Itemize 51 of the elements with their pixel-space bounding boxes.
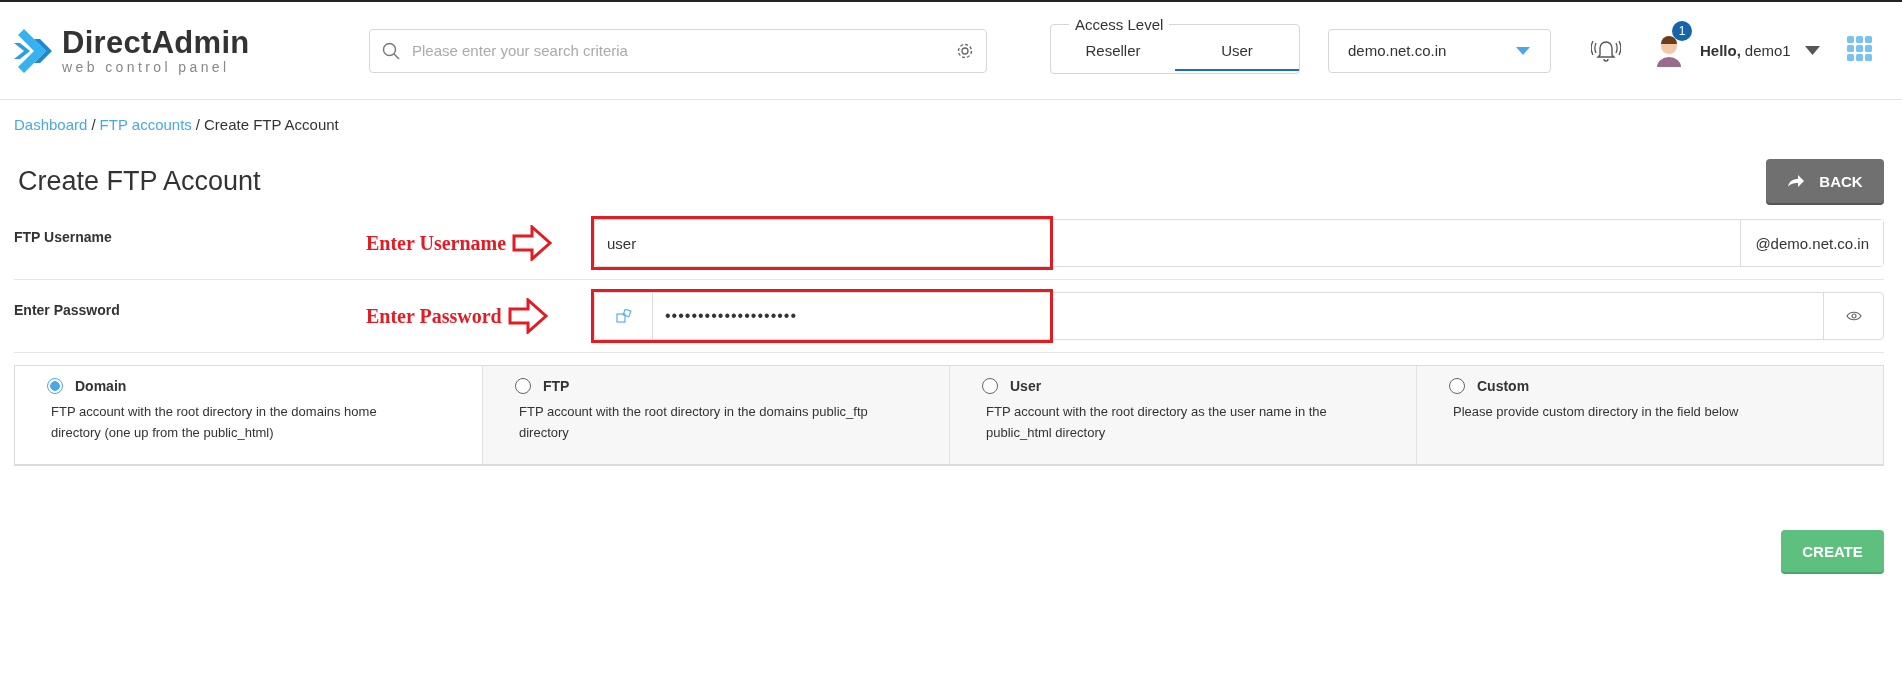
option-description: FTP account with the root directory as the user name in the public_html directory: [986, 403, 1328, 442]
option-description: Please provide custom directory in the field below: [1453, 403, 1740, 421]
dice-icon: [615, 309, 632, 323]
greeting-text: Hello,: [1700, 42, 1741, 59]
option-label: Domain: [75, 378, 127, 394]
logo-text: DirectAdmin: [62, 27, 250, 58]
share-arrow-icon: [1787, 174, 1806, 188]
breadcrumb-current: Create FTP Account: [204, 116, 339, 133]
annotation-text: Enter Username: [366, 231, 507, 255]
field-label: FTP Username: [14, 228, 113, 245]
radio-button[interactable]: [47, 378, 63, 394]
option-label: User: [1010, 378, 1042, 394]
notification-badge: 1: [1672, 20, 1692, 41]
right-arrow-icon: [512, 225, 553, 261]
settings-icon[interactable]: [956, 41, 974, 60]
page-title: Create FTP Account: [18, 165, 261, 197]
breadcrumb-separator: /: [91, 116, 96, 133]
username-input[interactable]: user: [595, 220, 1741, 266]
username-field[interactable]: user @demo.net.co.in: [594, 219, 1884, 267]
directory-option[interactable]: User FTP account with the root directory as the user name in the public_html directory: [949, 366, 1416, 464]
option-label: Custom: [1477, 378, 1530, 394]
field-label: Enter Password: [14, 301, 121, 318]
option-description: FTP account with the root directory in the domains home directory (one up from the public_html): [51, 403, 378, 442]
radio-button[interactable]: [982, 378, 998, 394]
back-button[interactable]: BACK: [1766, 159, 1884, 203]
access-level-tab[interactable]: User: [1175, 32, 1299, 71]
radio-button[interactable]: [515, 378, 531, 394]
access-level-label: Access Level: [1074, 15, 1165, 33]
logo-tagline: web control panel: [62, 60, 231, 74]
directory-option[interactable]: Custom Please provide custom directory in the field below: [1416, 366, 1883, 464]
right-arrow-icon: [507, 298, 548, 334]
search-input[interactable]: Please enter your search criteria: [410, 41, 946, 60]
caret-icon: [1516, 46, 1530, 55]
user-menu[interactable]: Hello, demo1: [1700, 42, 1820, 59]
logo-icon: [14, 28, 54, 73]
avatar-icon[interactable]: [1654, 34, 1684, 67]
domain-value: demo.net.co.in: [1348, 42, 1447, 59]
radio-button[interactable]: [1449, 378, 1465, 394]
breadcrumb-separator: /: [195, 116, 200, 133]
option-label: FTP: [543, 378, 570, 394]
caret-icon: [1804, 46, 1820, 55]
option-description: FTP account with the root directory in the domains public_ftp directory: [519, 403, 869, 442]
search-icon: [382, 41, 400, 60]
access-level-tab[interactable]: Reseller: [1051, 32, 1175, 71]
domain-select[interactable]: demo.net.co.in: [1328, 28, 1551, 73]
search-field[interactable]: Please enter your search criteria: [369, 28, 987, 73]
username-text: demo1: [1744, 42, 1791, 59]
annotation-text: Enter Password: [366, 304, 502, 328]
domain-suffix: @demo.net.co.in: [1740, 220, 1883, 266]
directory-option[interactable]: FTP FTP account with the root directory in the domains public_ftp directory: [482, 366, 949, 464]
eye-icon: [1845, 311, 1862, 321]
